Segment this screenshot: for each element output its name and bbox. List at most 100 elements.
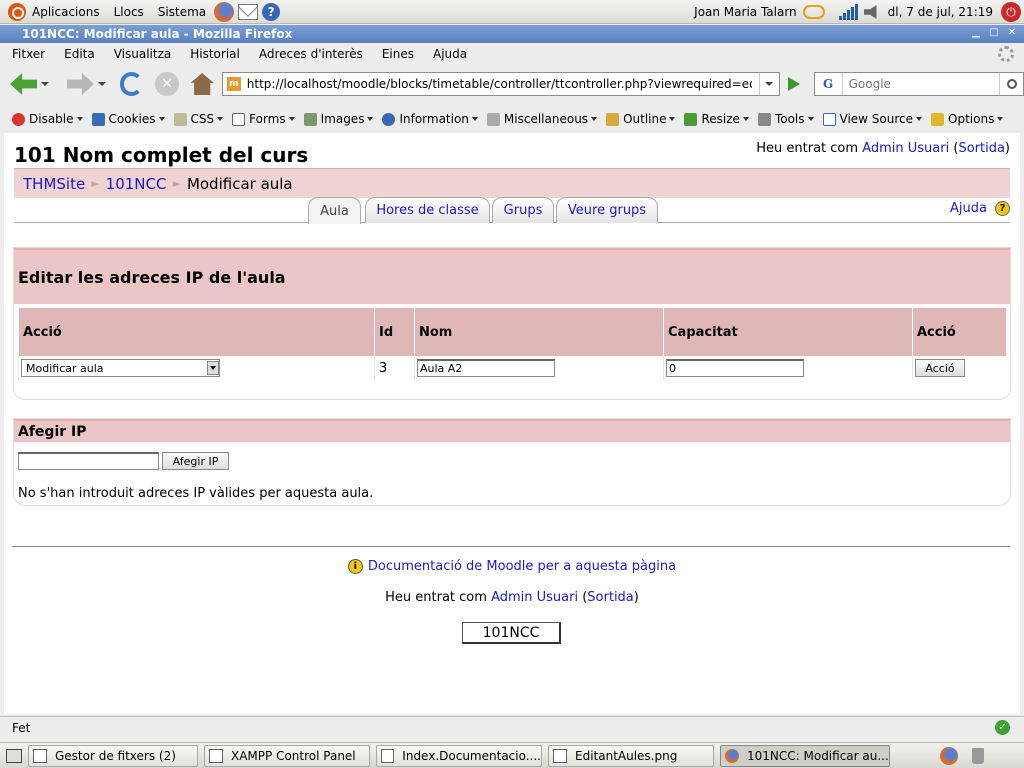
- trash-icon[interactable]: [972, 747, 984, 764]
- window-title: 101NCC: Modificar aula - Mozilla Firefox: [22, 27, 293, 41]
- menu-applications[interactable]: Aplicacions: [32, 5, 100, 19]
- table-row: Modificar aula 3 Aula A2 0 Acció: [18, 356, 1006, 380]
- menu-history[interactable]: Historial: [190, 47, 240, 61]
- search-icon[interactable]: [999, 73, 1023, 95]
- resize-icon: [684, 112, 698, 126]
- window-titlebar[interactable]: 101NCC: Modificar aula - Mozilla Firefox…: [0, 25, 1024, 43]
- tab-hores-de-classe[interactable]: Hores de classe: [365, 197, 490, 223]
- task-xampp[interactable]: XAMPP Control Panel: [204, 744, 370, 767]
- breadcrumb-site[interactable]: THMSite: [23, 175, 85, 193]
- menu-help[interactable]: Ajuda: [433, 47, 467, 61]
- footer-user-link[interactable]: Admin Usuari: [491, 590, 578, 605]
- power-icon[interactable]: ⏻: [1001, 2, 1021, 22]
- maximize-icon[interactable]: □: [988, 27, 1000, 39]
- wd-label: Images: [320, 112, 365, 126]
- wd-view-source-menu[interactable]: View Source: [822, 112, 923, 126]
- help-link-text[interactable]: Ajuda: [950, 201, 987, 216]
- firefox-launcher-icon[interactable]: [214, 1, 235, 22]
- ip-address-input[interactable]: [18, 452, 159, 470]
- menu-view[interactable]: Visualitza: [114, 47, 172, 61]
- user-link[interactable]: Admin Usuari: [862, 141, 949, 156]
- column-header-name: Nom: [414, 308, 664, 356]
- search-input[interactable]: [846, 76, 997, 92]
- menu-bookmarks[interactable]: Adreces d'interès: [259, 47, 363, 61]
- menu-places[interactable]: Llocs: [114, 5, 144, 19]
- wd-disable-menu[interactable]: Disable: [12, 112, 83, 126]
- wd-css-menu[interactable]: CSS: [173, 112, 224, 126]
- add-ip-box: Afegir IP Afegir IP No s'han introduit a…: [13, 418, 1011, 506]
- logout-link[interactable]: Sortida: [958, 141, 1004, 156]
- tab-aula[interactable]: Aula: [308, 197, 361, 224]
- browser-statusbar: Fet ✓: [0, 716, 1024, 738]
- go-arrow-icon[interactable]: [787, 77, 800, 91]
- close-icon[interactable]: ✕: [1006, 27, 1018, 39]
- classroom-name-input[interactable]: Aula A2: [417, 359, 555, 377]
- home-icon[interactable]: [190, 73, 214, 95]
- forward-history-dropdown-icon[interactable]: [98, 82, 107, 86]
- tab-grups[interactable]: Grups: [492, 197, 554, 223]
- menu-tools[interactable]: Eines: [382, 47, 414, 61]
- url-bar[interactable]: m http://localhost/moodle/blocks/timetab…: [221, 72, 780, 96]
- ubuntu-logo-icon[interactable]: [8, 2, 26, 21]
- task-firefox[interactable]: 101NCC: Modificar au...: [720, 744, 890, 767]
- wd-label: CSS: [190, 112, 215, 126]
- mail-launcher-icon[interactable]: [238, 3, 259, 20]
- chevron-down-icon[interactable]: [207, 361, 219, 375]
- wd-label: Information: [399, 112, 469, 126]
- url-dropdown-icon[interactable]: [758, 73, 779, 95]
- footer-logout-link[interactable]: Sortida: [587, 590, 633, 605]
- wd-miscellaneous-menu[interactable]: Miscellaneous: [486, 112, 598, 126]
- help-link[interactable]: Ajuda ?: [950, 201, 1010, 216]
- wd-forms-menu[interactable]: Forms: [232, 112, 295, 126]
- reload-icon[interactable]: [120, 72, 144, 96]
- wd-outline-menu[interactable]: Outline: [606, 112, 676, 126]
- action-select[interactable]: Modificar aula: [21, 359, 220, 377]
- wd-images-menu[interactable]: Images: [303, 112, 374, 126]
- breadcrumb-current: Modificar aula: [186, 174, 293, 193]
- task-index-documentacio[interactable]: Index.Documentacio....: [376, 744, 542, 767]
- status-ok-icon[interactable]: ✓: [995, 720, 1010, 735]
- moodle-docs-link[interactable]: Documentació de Moodle per a aquesta pàg…: [368, 559, 676, 574]
- footer-divider: [12, 546, 1010, 547]
- wd-resize-menu[interactable]: Resize: [684, 112, 749, 126]
- menu-file[interactable]: Fitxer: [12, 47, 45, 61]
- task-file-manager[interactable]: Gestor de fitxers (2): [28, 744, 198, 767]
- menu-edit[interactable]: Edita: [64, 47, 95, 61]
- back-history-dropdown-icon[interactable]: [41, 82, 50, 86]
- workspace-firefox-icon[interactable]: [940, 746, 958, 765]
- menu-system[interactable]: Sistema: [158, 5, 206, 19]
- footer-login-prefix: Heu entrat com: [385, 590, 487, 605]
- search-engine-icon[interactable]: G: [815, 73, 843, 95]
- breadcrumb-course[interactable]: 101NCC: [106, 175, 167, 193]
- task-editant-aules-png[interactable]: EditantAules.png: [548, 744, 714, 767]
- help-launcher-icon[interactable]: ?: [262, 2, 281, 21]
- user-name[interactable]: Joan Maria Talarn: [694, 5, 797, 19]
- panel-clock[interactable]: dl, 7 de jul, 21:19: [888, 5, 993, 19]
- browser-menubar: Fitxer Edita Visualitza Historial Adrece…: [0, 44, 1024, 64]
- stop-icon[interactable]: ✕: [155, 72, 179, 96]
- wd-label: Outline: [623, 112, 667, 126]
- add-ip-button[interactable]: Afegir IP: [162, 452, 229, 470]
- wd-cookies-menu[interactable]: Cookies: [91, 112, 165, 126]
- classroom-capacity-input[interactable]: 0: [666, 359, 804, 377]
- action-submit-button[interactable]: Acció: [915, 359, 965, 377]
- tab-veure-grups[interactable]: Veure grups: [556, 197, 658, 223]
- column-header-action: Acció: [18, 308, 375, 356]
- wd-tools-menu[interactable]: Tools: [757, 112, 814, 126]
- show-desktop-icon[interactable]: [6, 748, 22, 763]
- help-icon[interactable]: ?: [995, 201, 1010, 216]
- minimize-icon[interactable]: ▁: [970, 27, 982, 39]
- back-arrow-icon[interactable]: [10, 73, 38, 95]
- wd-information-menu[interactable]: Information: [382, 112, 478, 126]
- volume-icon[interactable]: [863, 5, 877, 19]
- wd-options-menu[interactable]: Options: [931, 112, 1004, 126]
- site-favicon-icon: m: [226, 77, 241, 91]
- network-signal-icon[interactable]: [838, 4, 858, 20]
- course-home-button[interactable]: 101NCC: [462, 622, 561, 644]
- file-manager-icon: [33, 748, 47, 763]
- url-text[interactable]: http://localhost/moodle/blocks/timetable…: [247, 77, 752, 91]
- information-icon: [382, 112, 396, 126]
- search-box[interactable]: G: [813, 72, 1024, 96]
- weather-icon[interactable]: [802, 5, 825, 19]
- forward-arrow-icon[interactable]: [67, 73, 95, 95]
